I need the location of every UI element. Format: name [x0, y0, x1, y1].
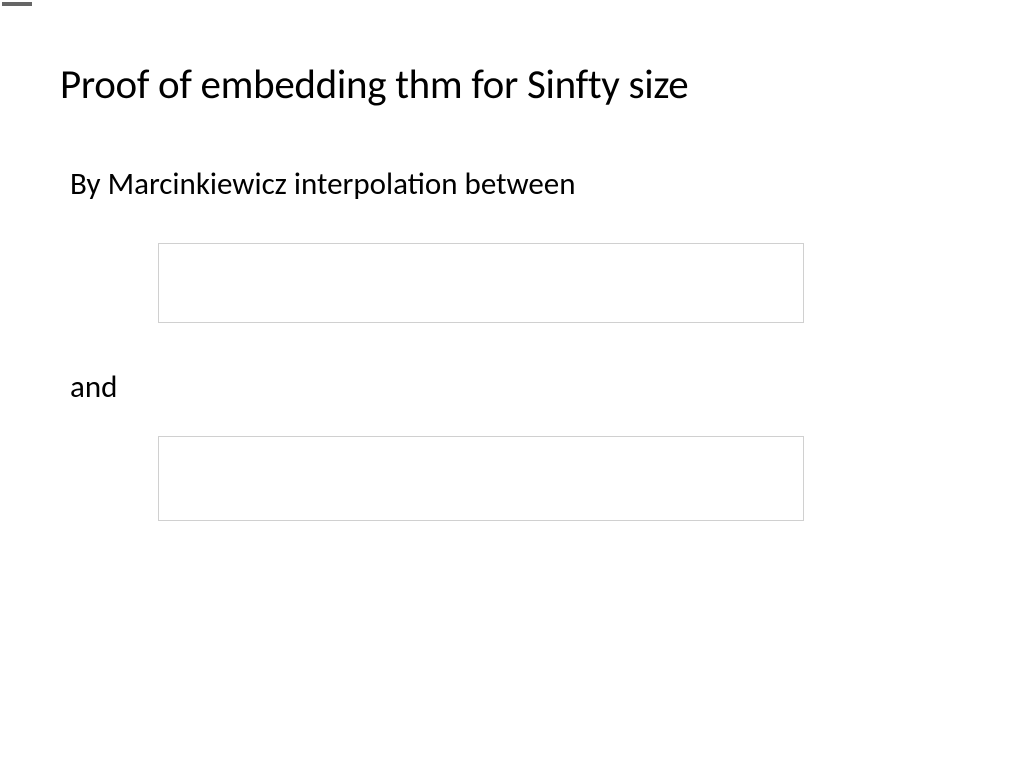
equation-placeholder-2: [158, 436, 804, 521]
body-line-1: By Marcinkiewicz interpolation between: [60, 165, 964, 203]
corner-mark: [2, 2, 32, 6]
body-line-2: and: [60, 368, 964, 406]
equation-placeholder-1: [158, 243, 804, 323]
slide-container: Proof of embedding thm for Sinfty size B…: [0, 0, 1024, 521]
slide-title: Proof of embedding thm for Sinfty size: [60, 60, 964, 110]
